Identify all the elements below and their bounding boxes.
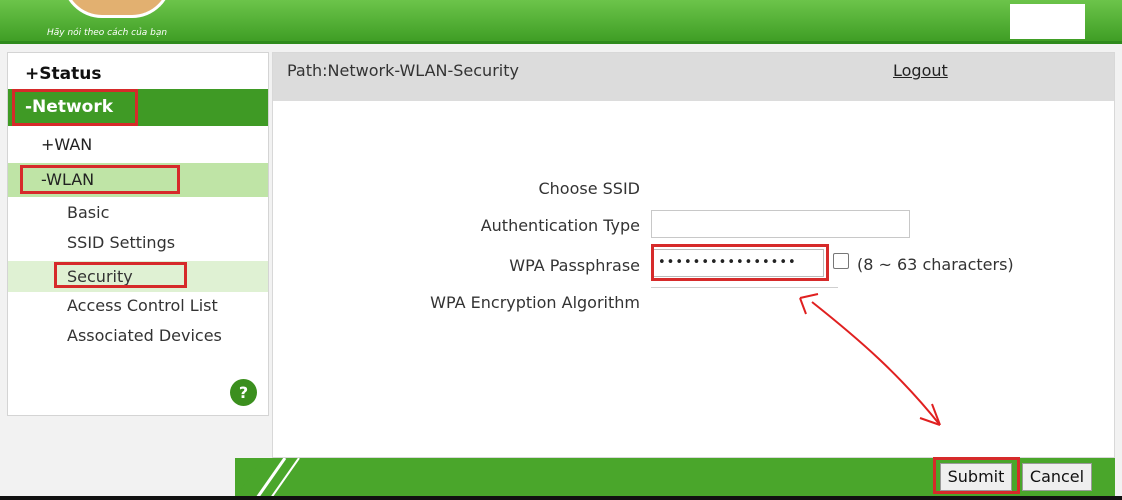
authentication-type-label: Authentication Type: [480, 216, 640, 235]
sidebar-item-network[interactable]: -Network: [8, 89, 268, 126]
path-bar: Path:Network-WLAN-Security Logout: [273, 53, 1114, 101]
cancel-button[interactable]: Cancel: [1022, 463, 1092, 491]
sidebar-nav: +Status -Network +WAN -WLAN Basic SSID S…: [7, 52, 269, 416]
header-bar: Hãy nói theo cách của bạn: [0, 0, 1122, 44]
breadcrumb: Path:Network-WLAN-Security: [287, 61, 519, 80]
sidebar-item-access-control-list[interactable]: Access Control List: [8, 292, 268, 319]
submit-button[interactable]: Submit: [940, 463, 1012, 491]
help-icon[interactable]: ?: [230, 379, 257, 406]
wpa-passphrase-input[interactable]: ••••••••••••••••: [651, 249, 824, 277]
passphrase-length-hint: (8 ~ 63 characters): [857, 255, 1014, 274]
wpa-encryption-label: WPA Encryption Algorithm: [430, 293, 640, 312]
router-admin-page: Hãy nói theo cách của bạn +Status -Netwo…: [0, 0, 1122, 500]
sidebar-item-ssid-settings[interactable]: SSID Settings: [8, 229, 268, 256]
brand-tagline: Hãy nói theo cách của bạn: [47, 28, 168, 38]
choose-ssid-label: Choose SSID: [538, 179, 640, 198]
header-panel: [1010, 4, 1085, 39]
brand-logo: [62, 0, 172, 18]
footer-stripe: [235, 458, 315, 498]
logout-link[interactable]: Logout: [893, 61, 948, 80]
sidebar-item-wlan[interactable]: -WLAN: [8, 163, 268, 197]
wpa-passphrase-label: WPA Passphrase: [509, 256, 640, 275]
wpa-encryption-select[interactable]: [651, 287, 838, 315]
sidebar-item-wan[interactable]: +WAN: [8, 131, 268, 159]
main-panel: Path:Network-WLAN-Security Logout Choose…: [272, 52, 1115, 458]
sidebar-item-status[interactable]: +Status: [8, 59, 268, 89]
sidebar-item-basic[interactable]: Basic: [8, 199, 268, 226]
window-bottom-edge: [0, 496, 1122, 500]
sidebar-item-security[interactable]: Security: [8, 261, 268, 292]
show-passphrase-checkbox[interactable]: [833, 253, 849, 269]
authentication-type-select[interactable]: [651, 210, 910, 238]
sidebar-item-associated-devices[interactable]: Associated Devices: [8, 322, 268, 349]
